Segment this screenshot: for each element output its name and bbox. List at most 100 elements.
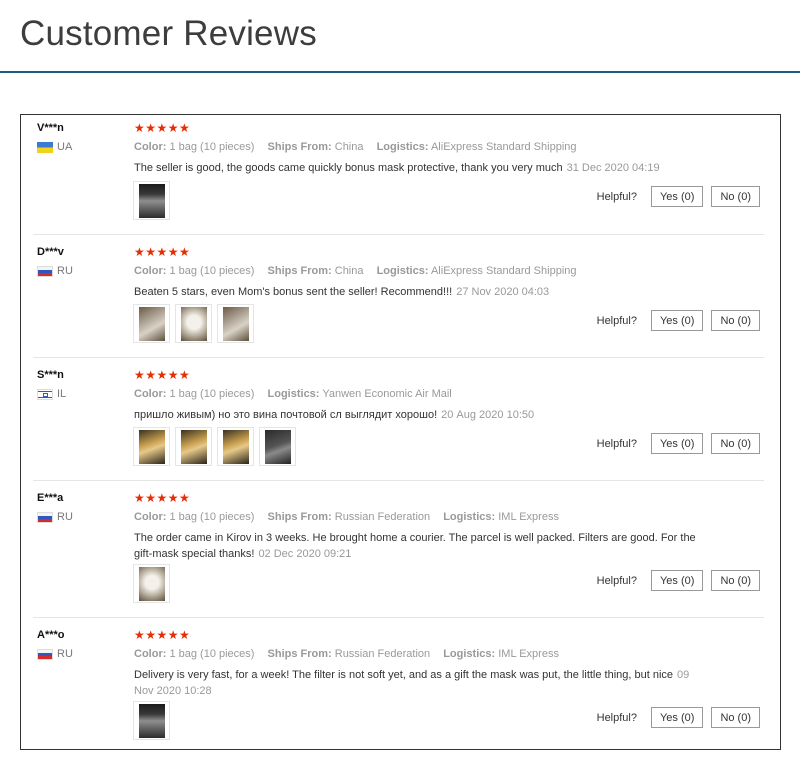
review-date: 02 Dec 2020 09:21 [258,548,352,560]
reviewer-country: IL [37,388,66,400]
reviewer-country: UA [37,141,72,153]
ships-from-label: Ships From: [267,265,332,277]
logistics-value: AliExpress Standard Shipping [430,265,577,277]
review-divider [33,357,764,358]
review-item: V***n UA ★★★★★ Color: 1 bag (10 pieces) … [33,121,764,232]
star-rating: ★★★★★ [134,628,191,642]
review-body: Beaten 5 stars, even Mom's bonus sent th… [134,286,453,298]
helpful-no-button[interactable]: No (0) [711,570,760,591]
russia-flag-icon [37,265,53,277]
color-label: Color: [134,265,167,277]
review-meta: Color: 1 bag (10 pieces) Ships From: Chi… [134,141,577,153]
review-text: Beaten 5 stars, even Mom's bonus sent th… [134,284,704,300]
helpful-no-button[interactable]: No (0) [711,707,760,728]
country-code: RU [57,511,73,523]
review-photo[interactable] [133,701,170,740]
review-meta: Color: 1 bag (10 pieces) Ships From: Rus… [134,648,559,660]
review-photos [133,181,170,220]
review-divider [33,480,764,481]
helpful-yes-button[interactable]: Yes (0) [650,707,704,728]
review-body: пришло живым) но это вина почтовой сл вы… [134,409,438,421]
russia-flag-icon [37,648,53,660]
review-photo[interactable] [133,427,170,466]
helpful-votes: Helpful? Yes (0) No (0) [597,570,760,591]
helpful-label: Helpful? [596,437,637,450]
review-date: 27 Nov 2020 04:03 [456,286,550,298]
reviewer-name: V***n [37,122,64,134]
helpful-no-button[interactable]: No (0) [711,310,760,331]
color-value: 1 bag (10 pieces) [169,141,255,153]
country-code: UA [57,141,73,153]
ships-from-value: Russian Federation [334,511,431,523]
review-photo[interactable] [175,427,212,466]
review-body: Delivery is very fast, for a week! The f… [134,669,674,681]
color-label: Color: [134,511,167,523]
review-item: A***o RU ★★★★★ Color: 1 bag (10 pieces) … [33,628,764,749]
logistics-value: IML Express [498,511,559,523]
review-item: D***v RU ★★★★★ Color: 1 bag (10 pieces) … [33,245,764,356]
logistics-label: Logistics: [376,265,429,277]
color-value: 1 bag (10 pieces) [169,265,255,277]
color-label: Color: [134,141,167,153]
reviewer-name: D***v [37,246,64,258]
reviewer-country: RU [37,511,73,523]
helpful-no-button[interactable]: No (0) [711,433,760,454]
review-item: E***a RU ★★★★★ Color: 1 bag (10 pieces) … [33,491,764,617]
ships-from-label: Ships From: [267,511,332,523]
review-text: The order came in Kirov in 3 weeks. He b… [134,530,704,562]
ukraine-flag-icon [37,141,53,153]
color-value: 1 bag (10 pieces) [169,648,255,660]
review-photos [133,564,170,603]
review-date: 31 Dec 2020 04:19 [566,162,660,174]
review-body: The seller is good, the goods came quick… [134,162,563,174]
helpful-yes-button[interactable]: Yes (0) [650,570,704,591]
helpful-votes: Helpful? Yes (0) No (0) [597,707,760,728]
review-photo[interactable] [259,427,296,466]
page-title: Customer Reviews [20,14,317,53]
helpful-yes-button[interactable]: Yes (0) [650,433,704,454]
country-code: IL [57,388,67,400]
review-text: Delivery is very fast, for a week! The f… [134,667,704,699]
review-text: The seller is good, the goods came quick… [134,160,704,176]
review-photo[interactable] [133,304,170,343]
ships-from-value: Russian Federation [334,648,431,660]
review-date: 20 Aug 2020 10:50 [441,409,535,421]
country-code: RU [57,648,73,660]
country-code: RU [57,265,73,277]
color-label: Color: [134,648,167,660]
star-rating: ★★★★★ [134,368,191,382]
review-divider [33,617,764,618]
star-rating: ★★★★★ [134,491,191,505]
helpful-yes-button[interactable]: Yes (0) [650,310,704,331]
review-photo[interactable] [133,564,170,603]
review-meta: Color: 1 bag (10 pieces) Ships From: Rus… [134,511,559,523]
star-rating: ★★★★★ [134,245,191,259]
review-photos [133,304,254,343]
page-header: Customer Reviews [0,0,800,73]
review-meta: Color: 1 bag (10 pieces) Ships From: Chi… [134,265,577,277]
review-meta: Color: 1 bag (10 pieces) Logistics: Yanw… [134,388,452,400]
color-label: Color: [134,388,167,400]
logistics-label: Logistics: [376,141,429,153]
review-photo[interactable] [133,181,170,220]
reviewer-name: E***a [37,492,64,504]
review-photo[interactable] [217,304,254,343]
israel-flag-icon [37,388,53,400]
review-photo[interactable] [175,304,212,343]
review-photos [133,701,170,740]
ships-from-label: Ships From: [267,648,332,660]
logistics-label: Logistics: [443,511,496,523]
review-photo[interactable] [217,427,254,466]
logistics-label: Logistics: [443,648,496,660]
ships-from-label: Ships From: [267,141,332,153]
logistics-value: IML Express [498,648,559,660]
helpful-label: Helpful? [596,190,637,203]
helpful-yes-button[interactable]: Yes (0) [650,186,704,207]
color-value: 1 bag (10 pieces) [169,388,255,400]
helpful-no-button[interactable]: No (0) [711,186,760,207]
helpful-label: Helpful? [596,574,637,587]
logistics-value: Yanwen Economic Air Mail [322,388,452,400]
helpful-votes: Helpful? Yes (0) No (0) [597,310,760,331]
ships-from-value: China [334,265,364,277]
helpful-votes: Helpful? Yes (0) No (0) [597,186,760,207]
